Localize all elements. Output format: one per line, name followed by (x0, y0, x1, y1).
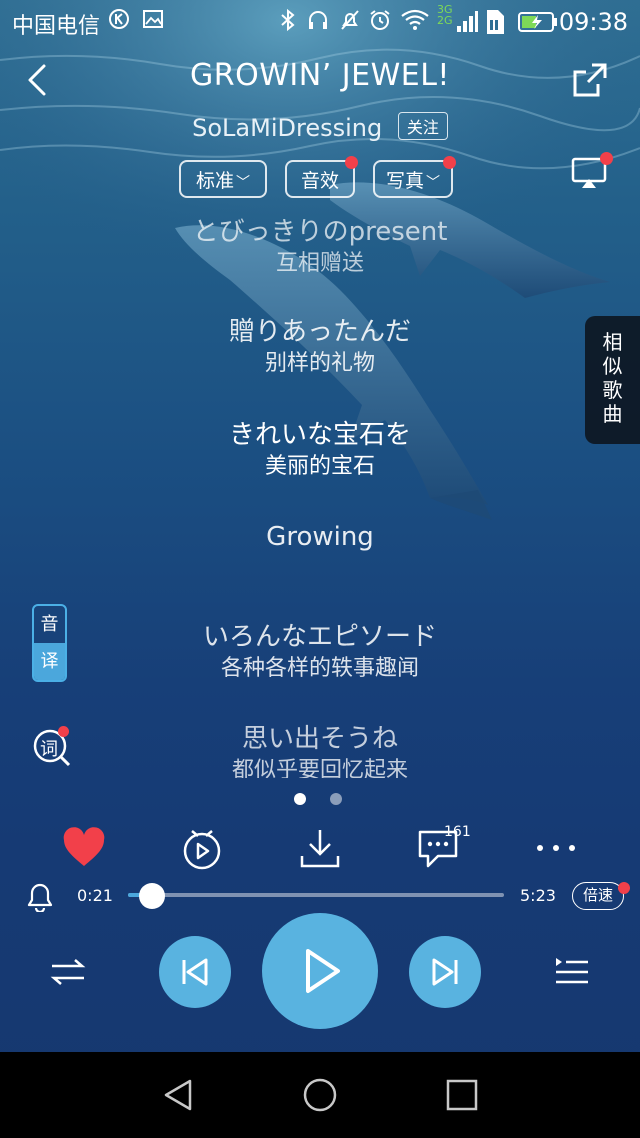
comment-count: 161 (444, 824, 471, 840)
chevron-down-icon: ﹀ (236, 175, 250, 191)
sound-effect-label: 音效 (300, 170, 339, 192)
next-icon (432, 958, 458, 986)
nav-home-icon[interactable] (302, 1077, 338, 1113)
like-heart-icon[interactable] (62, 826, 106, 870)
status-bar: 中国电信 3G 2G 09:38 (0, 0, 640, 44)
artist-row: SoLaMiDressing 关注 (0, 112, 640, 142)
lyric-line: いろんなエピソード 各种各样的轶事趣闻 (0, 620, 640, 684)
next-button[interactable] (409, 936, 481, 1008)
notification-dot (58, 726, 69, 737)
total-time: 5:23 (520, 886, 556, 905)
network-type-badge: 3G 2G (437, 3, 453, 27)
progress-bar[interactable] (128, 893, 504, 897)
lyric-original: とびっきりのpresent (192, 217, 448, 247)
nav-recents-icon[interactable] (444, 1077, 480, 1113)
similar-songs-tab[interactable]: 相似歌曲 (585, 316, 640, 444)
share-icon[interactable] (570, 60, 610, 100)
lyric-translation: 美丽的宝石 (264, 454, 375, 479)
download-icon[interactable] (298, 826, 342, 870)
song-title: GROWIN’ JEWEL! (190, 58, 450, 93)
lyric-line: とびっきりのpresent 互相赠送 (0, 215, 640, 279)
photo-label: 写真 (385, 170, 424, 192)
quality-chip[interactable]: 标准 ﹀ (179, 160, 267, 198)
lyric-line: Growing (0, 520, 640, 554)
lyric-original: きれいな宝石を (228, 420, 411, 450)
lyric-line: 贈りあったんだ 别样的礼物 (0, 315, 640, 379)
wifi-icon (401, 9, 429, 30)
lyric-original: Growing (266, 522, 374, 552)
lyric-translation: 互相赠送 (275, 251, 364, 276)
bell-icon[interactable] (24, 880, 56, 912)
lyric-search-button[interactable]: 词 (32, 726, 72, 768)
lyric-original: いろんなエピソード (202, 622, 437, 652)
image-icon (143, 10, 163, 28)
back-button[interactable] (16, 58, 60, 102)
translation-toggle[interactable]: 音 译 (32, 604, 67, 682)
play-mode-icon[interactable] (48, 952, 88, 992)
clock: 09:38 (558, 8, 628, 36)
lyric-translation: 各种各样的轶事趣闻 (220, 656, 419, 681)
previous-button[interactable] (159, 936, 231, 1008)
artist-name[interactable]: SoLaMiDressing (192, 114, 382, 142)
lyric-search-label: 词 (40, 739, 58, 760)
nav-back-icon[interactable] (160, 1077, 196, 1113)
lyric-line-active: きれいな宝石を 美丽的宝石 (0, 418, 640, 482)
sim-icon (487, 10, 504, 34)
carrier-label: 中国电信 (12, 14, 101, 39)
headphones-icon (309, 11, 327, 29)
translation-option[interactable]: 译 (34, 643, 65, 680)
bluetooth-icon (281, 8, 295, 32)
navigation-bar (0, 1052, 640, 1138)
mv-video-icon[interactable] (180, 826, 224, 870)
notification-dot (345, 156, 358, 169)
previous-icon (182, 958, 208, 986)
chevron-down-icon: ﹀ (426, 175, 440, 191)
original-option[interactable]: 音 (34, 606, 65, 643)
notification-dot (618, 882, 630, 894)
play-icon (306, 949, 340, 993)
follow-button[interactable]: 关注 (397, 112, 448, 140)
lyric-original: 思い出そうね (241, 724, 398, 754)
similar-songs-label: 相似歌曲 (602, 330, 623, 426)
k-icon (109, 9, 129, 29)
notification-dot (600, 152, 613, 165)
photo-chip[interactable]: 写真 ﹀ (373, 160, 453, 198)
lyric-line: 思い出そうね 都似乎要回忆起来 (0, 722, 640, 778)
sound-effect-chip[interactable]: 音效 (285, 160, 355, 198)
more-icon[interactable] (534, 826, 578, 870)
progress-thumb[interactable] (139, 883, 166, 909)
current-time: 0:21 (77, 886, 113, 905)
lyric-original: 贈りあったんだ (228, 317, 411, 347)
play-button[interactable] (262, 913, 378, 1029)
quality-label: 标准 (195, 170, 234, 192)
battery-charging-icon (518, 12, 557, 32)
alarm-icon (370, 10, 390, 30)
playlist-icon[interactable] (552, 952, 592, 992)
mute-icon (341, 10, 359, 30)
signal-icon (457, 11, 478, 32)
lyric-translation: 都似乎要回忆起来 (231, 758, 408, 778)
page-dot[interactable] (330, 793, 342, 805)
lyric-translation: 别样的礼物 (264, 351, 375, 376)
page-dot-active[interactable] (294, 793, 306, 805)
playback-speed-button[interactable]: 倍速 (572, 882, 624, 910)
notification-dot (443, 156, 456, 169)
